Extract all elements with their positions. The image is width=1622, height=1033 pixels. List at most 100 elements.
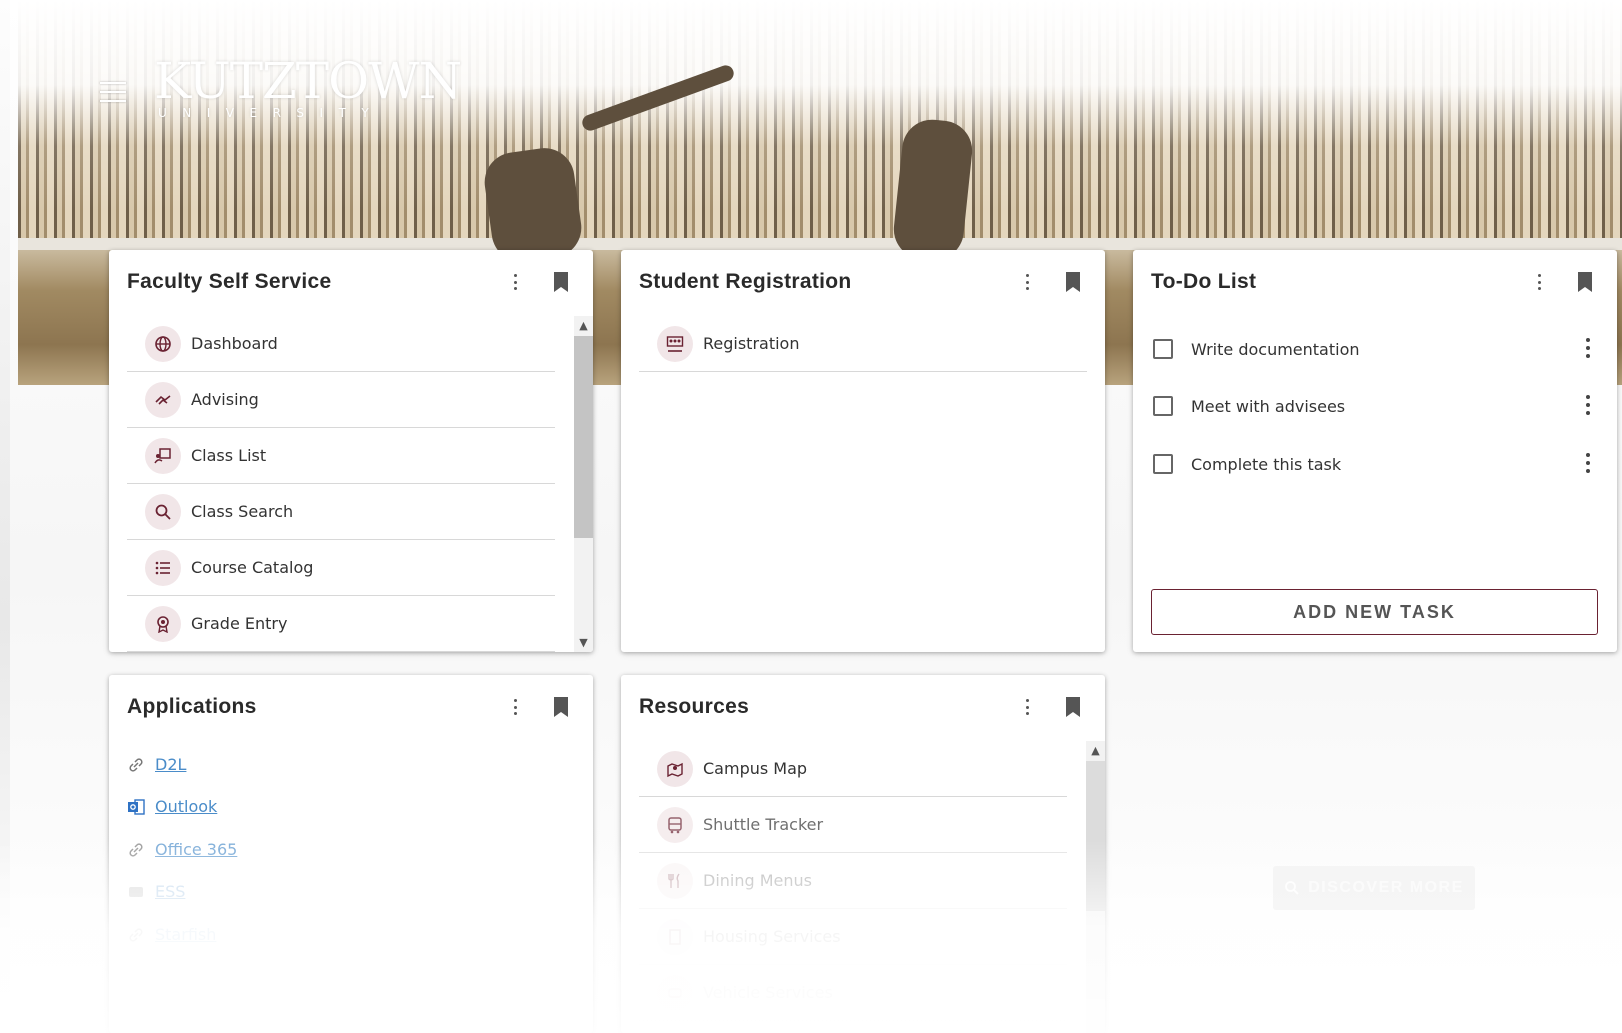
list-item-label: Course Catalog	[191, 558, 314, 577]
todo-label: Complete this task	[1191, 454, 1342, 474]
bookmark-icon[interactable]	[553, 697, 569, 717]
card-title: To-Do List	[1151, 270, 1257, 293]
todo-label: Meet with advisees	[1191, 396, 1346, 416]
card-title: Faculty Self Service	[127, 270, 332, 293]
bus-icon	[657, 806, 693, 843]
link-icon	[129, 757, 143, 772]
link-icon	[129, 927, 143, 942]
todo-label: Write documentation	[1191, 339, 1360, 359]
scroll-up-icon[interactable]: ▲	[1086, 741, 1105, 760]
kebab-menu-icon[interactable]	[1585, 453, 1591, 473]
discover-more-label: DISCOVER MORE	[1308, 879, 1464, 896]
list-item-label: Advising	[191, 390, 259, 409]
search-icon	[145, 493, 181, 530]
kutztown-logo[interactable]: KUTZTOWN UNIVERSITY	[154, 56, 462, 126]
list-item-dining-menus[interactable]: Dining Menus	[639, 853, 1067, 909]
list-item-class-search[interactable]: Class Search	[127, 484, 555, 540]
list-item-registration[interactable]: Registration	[639, 316, 1087, 372]
utensils-icon	[657, 862, 693, 899]
list-item-label: Grade Entry	[191, 614, 288, 633]
list-item-label: Dining Menus	[703, 871, 812, 890]
scrollbar[interactable]: ▲	[1086, 741, 1105, 1033]
todo-checkbox[interactable]	[1153, 339, 1173, 359]
todo-list-card: To-Do List Write documentation Meet with…	[1133, 250, 1617, 652]
list-item-dashboard[interactable]: Dashboard	[127, 316, 555, 372]
scroll-thumb[interactable]	[1086, 761, 1105, 911]
list-item-vehicle-services[interactable]: Vehicle Services	[639, 965, 1067, 1021]
list-item-label: Vehicle Services	[703, 983, 833, 1002]
list-item-course-catalog[interactable]: Course Catalog	[127, 540, 555, 596]
people-icon	[657, 325, 693, 362]
menu-icon[interactable]	[100, 82, 126, 102]
list-item-label: Dashboard	[191, 334, 278, 353]
todo-item: Complete this task	[1151, 449, 1591, 479]
car-icon	[657, 974, 693, 1011]
todo-checkbox[interactable]	[1153, 396, 1173, 416]
scroll-down-icon[interactable]: ▼	[574, 633, 593, 652]
student-registration-card: Student Registration Registration	[621, 250, 1105, 652]
list-item-campus-map[interactable]: Campus Map	[639, 741, 1067, 797]
app-link-office-365[interactable]: Office 365	[127, 840, 237, 859]
list-item-grade-entry[interactable]: Grade Entry	[127, 596, 555, 652]
app-link-outlook[interactable]: Outlook	[127, 797, 217, 816]
list-item-label: Class Search	[191, 502, 294, 521]
app-link-label[interactable]: D2L	[155, 755, 186, 774]
globe-icon	[145, 325, 181, 362]
list-item-label: Housing Services	[703, 927, 841, 946]
app-link-label[interactable]: Office 365	[155, 840, 237, 859]
teacher-board-icon	[145, 437, 181, 474]
app-link-label[interactable]: Outlook	[155, 797, 217, 816]
card-title: Resources	[639, 695, 750, 718]
building-icon	[657, 918, 693, 955]
faculty-links-list: Dashboard Advising Class List Class Sear…	[127, 316, 555, 652]
map-icon	[657, 750, 693, 787]
app-link-label[interactable]: Starfish	[155, 925, 216, 944]
kebab-menu-icon[interactable]	[1585, 338, 1591, 358]
faculty-self-service-card: Faculty Self Service Dashboard Advising …	[109, 250, 593, 652]
app-link-starfish[interactable]: Starfish	[127, 925, 216, 944]
resources-card: Resources Campus Map Shuttle Tracker Din…	[621, 675, 1105, 1033]
todo-checkbox[interactable]	[1153, 454, 1173, 474]
list-item-class-list[interactable]: Class List	[127, 428, 555, 484]
award-icon	[145, 605, 181, 642]
list-item-housing-services[interactable]: Housing Services	[639, 909, 1067, 965]
outlook-icon	[128, 798, 145, 815]
applications-card: Applications D2L Outlook Office 365 ESS …	[109, 675, 593, 1033]
discover-more-button[interactable]: DISCOVER MORE	[1273, 866, 1475, 910]
kebab-menu-icon[interactable]	[1536, 274, 1542, 290]
bookmark-icon[interactable]	[1065, 697, 1081, 717]
list-item-label: Campus Map	[703, 759, 808, 778]
list-item-label: Class List	[191, 446, 267, 465]
todo-item: Meet with advisees	[1151, 391, 1591, 421]
kebab-menu-icon[interactable]	[1024, 699, 1030, 715]
list-item-label: Registration	[703, 334, 800, 353]
list-icon	[145, 549, 181, 586]
app-link-d2l[interactable]: D2L	[127, 755, 186, 774]
bookmark-icon[interactable]	[1065, 272, 1081, 292]
bookmark-icon[interactable]	[1577, 272, 1593, 292]
card-title: Applications	[127, 695, 257, 718]
scroll-up-icon[interactable]: ▲	[574, 316, 593, 335]
list-item-advising[interactable]: Advising	[127, 372, 555, 428]
scrollbar[interactable]: ▲ ▼	[574, 316, 593, 652]
scroll-thumb[interactable]	[574, 336, 593, 538]
kebab-menu-icon[interactable]	[512, 274, 518, 290]
add-new-task-button[interactable]: ADD NEW TASK	[1151, 589, 1598, 635]
link-icon	[129, 842, 143, 857]
app-icon	[129, 886, 143, 897]
window-edge	[0, 0, 10, 1033]
kebab-menu-icon[interactable]	[1585, 395, 1591, 415]
app-link-label[interactable]: ESS	[155, 882, 185, 901]
kebab-menu-icon[interactable]	[512, 699, 518, 715]
resources-list: Campus Map Shuttle Tracker Dining Menus …	[639, 741, 1067, 1021]
handshake-icon	[145, 381, 181, 418]
list-item-label: Shuttle Tracker	[703, 815, 824, 834]
bookmark-icon[interactable]	[553, 272, 569, 292]
search-icon	[1285, 881, 1299, 895]
app-link-ess[interactable]: ESS	[127, 882, 185, 901]
card-title: Student Registration	[639, 270, 852, 293]
todo-item: Write documentation	[1151, 334, 1591, 364]
kebab-menu-icon[interactable]	[1024, 274, 1030, 290]
list-item-shuttle-tracker[interactable]: Shuttle Tracker	[639, 797, 1067, 853]
registration-links-list: Registration	[639, 316, 1087, 372]
